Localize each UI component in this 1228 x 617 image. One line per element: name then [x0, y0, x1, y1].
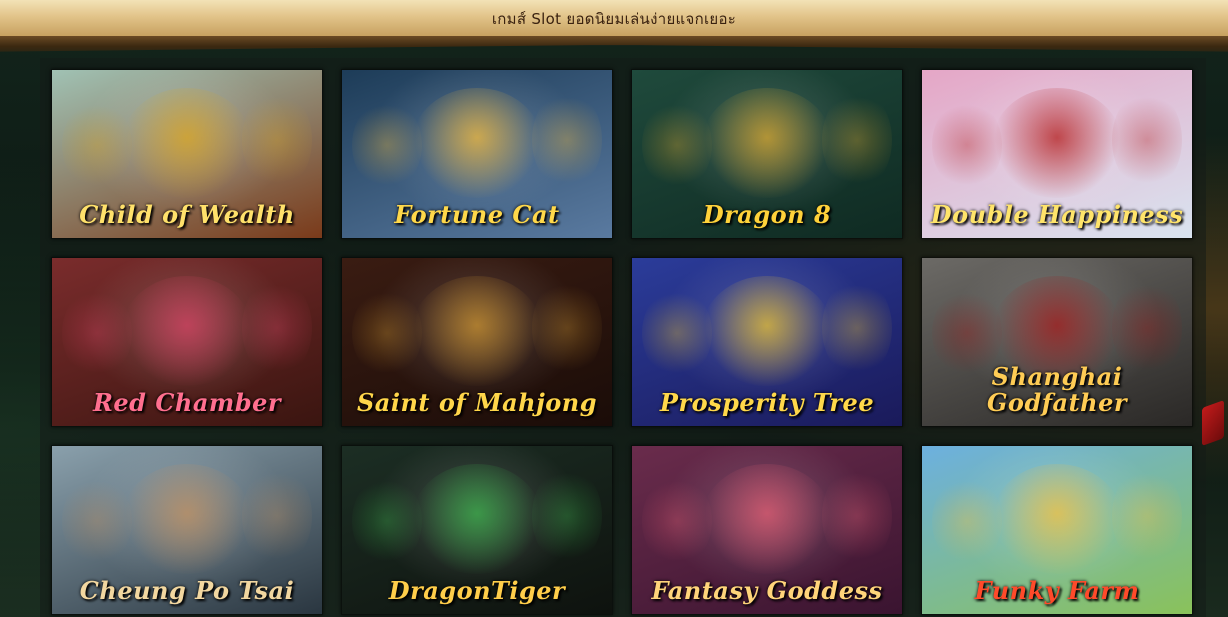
- artwork-figure: [702, 276, 832, 386]
- game-tile[interactable]: Double Happiness: [921, 69, 1193, 239]
- artwork-highlight: [642, 288, 712, 378]
- artwork-figure: [122, 464, 252, 574]
- section-header: เกมส์ Slot ยอดนิยมเล่นง่ายแจกเยอะ: [0, 0, 1228, 36]
- artwork-highlight: [932, 476, 1002, 566]
- game-tile[interactable]: Fortune Cat: [341, 69, 613, 239]
- game-logo: Child of Wealth: [79, 200, 295, 229]
- artwork-highlight: [62, 288, 132, 378]
- artwork-figure: [412, 464, 542, 574]
- artwork-highlight: [822, 90, 892, 190]
- game-logo: Funky Farm: [974, 576, 1140, 605]
- artwork-highlight: [532, 466, 602, 566]
- game-grid-panel: Child of Wealth Fortune Cat Dragon 8 Double…: [40, 58, 1206, 617]
- game-logo: Shanghai Godfather: [986, 362, 1128, 417]
- game-tile[interactable]: Child of Wealth: [51, 69, 323, 239]
- artwork-highlight: [1112, 278, 1182, 378]
- artwork-highlight: [532, 90, 602, 190]
- game-logo: Cheung Po Tsai: [79, 576, 295, 605]
- game-tile[interactable]: Prosperity Tree: [631, 257, 903, 427]
- artwork-highlight: [1112, 90, 1182, 190]
- game-logo: Fortune Cat: [394, 200, 560, 229]
- artwork-highlight: [642, 100, 712, 190]
- game-logo: Prosperity Tree: [659, 388, 875, 417]
- artwork-highlight: [242, 90, 312, 190]
- game-logo: DragonTiger: [388, 576, 566, 605]
- artwork-highlight: [352, 288, 422, 378]
- artwork-figure: [992, 88, 1122, 198]
- artwork-highlight: [242, 278, 312, 378]
- game-logo: Red Chamber: [92, 388, 282, 417]
- artwork-highlight: [62, 100, 132, 190]
- artwork-figure: [702, 88, 832, 198]
- section-title: เกมส์ Slot ยอดนิยมเล่นง่ายแจกเยอะ: [491, 10, 737, 28]
- artwork-highlight: [642, 476, 712, 566]
- artwork-highlight: [532, 278, 602, 378]
- artwork-highlight: [1112, 466, 1182, 566]
- game-tile[interactable]: Saint of Mahjong: [341, 257, 613, 427]
- artwork-figure: [702, 464, 832, 574]
- edge-decoration-icon: [1202, 399, 1224, 447]
- game-logo: Double Happiness: [930, 200, 1184, 229]
- game-tile[interactable]: Fantasy Goddess: [631, 445, 903, 615]
- artwork-highlight: [822, 466, 892, 566]
- artwork-figure: [122, 276, 252, 386]
- artwork-highlight: [932, 100, 1002, 190]
- game-tile[interactable]: Dragon 8: [631, 69, 903, 239]
- artwork-figure: [412, 88, 542, 198]
- artwork-highlight: [62, 476, 132, 566]
- game-tile[interactable]: Red Chamber: [51, 257, 323, 427]
- artwork-highlight: [242, 466, 312, 566]
- game-tile[interactable]: Shanghai Godfather: [921, 257, 1193, 427]
- game-logo: Saint of Mahjong: [356, 388, 598, 417]
- artwork-figure: [412, 276, 542, 386]
- game-tile[interactable]: Funky Farm: [921, 445, 1193, 615]
- artwork-figure: [122, 88, 252, 198]
- game-tile[interactable]: Cheung Po Tsai: [51, 445, 323, 615]
- artwork-figure: [992, 464, 1122, 574]
- game-logo: Dragon 8: [702, 200, 832, 229]
- artwork-highlight: [352, 100, 422, 190]
- game-tile[interactable]: DragonTiger: [341, 445, 613, 615]
- game-logo: Fantasy Goddess: [651, 576, 883, 605]
- artwork-highlight: [352, 476, 422, 566]
- artwork-highlight: [822, 278, 892, 378]
